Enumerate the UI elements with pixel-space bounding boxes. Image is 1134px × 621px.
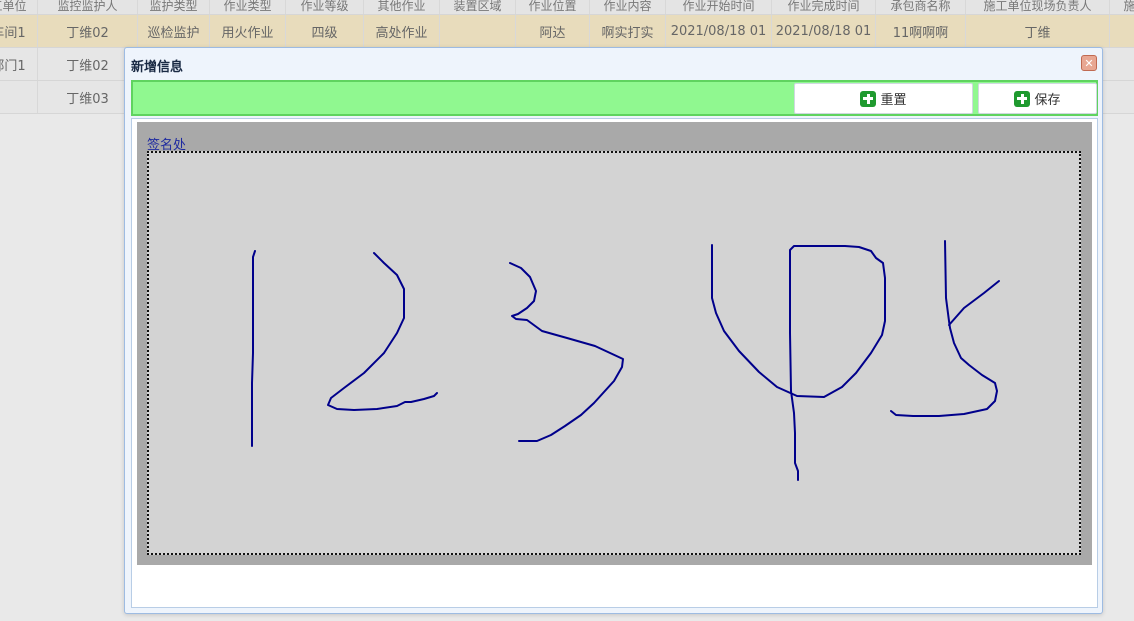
column-header[interactable]: 作业等级 — [286, 0, 364, 14]
signature-canvas[interactable] — [147, 151, 1081, 555]
table-cell: 阿达 — [516, 15, 590, 47]
plus-icon — [1014, 90, 1031, 107]
save-button-label: 保存 — [1034, 93, 1061, 108]
column-header[interactable]: 作业类型 — [210, 0, 286, 14]
column-header[interactable]: 施工单位现场负责人 — [966, 0, 1110, 14]
table-cell — [1110, 15, 1134, 47]
column-header[interactable]: 监护类型 — [138, 0, 210, 14]
table-cell — [0, 81, 38, 113]
handwriting-stroke — [890, 240, 998, 417]
table-header: 工单位 监控监护人 监护类型 作业类型 作业等级 其他作业 装置区域 作业位置 … — [0, 0, 1134, 15]
handwriting-stroke — [327, 252, 438, 411]
table-row[interactable]: 车间1 丁维02 巡检监护 用火作业 四级 高处作业 阿达 啊实打实 2021/… — [0, 15, 1134, 48]
table-cell: 丁维02 — [38, 15, 138, 47]
table-cell: 高处作业 — [364, 15, 440, 47]
save-button[interactable]: 保存 — [978, 83, 1097, 114]
dialog-content: 签名处 — [131, 118, 1098, 608]
table-cell: 11啊啊啊 — [876, 15, 966, 47]
table-cell: 丁维03 — [38, 81, 138, 113]
signature-area: 签名处 — [137, 122, 1092, 565]
table-cell: 四级 — [286, 15, 364, 47]
table-cell: 用火作业 — [210, 15, 286, 47]
table-cell: 2021/08/18 01 — [666, 15, 772, 47]
handwriting-stroke — [711, 244, 886, 481]
dialog-toolbar: 重置 保存 — [131, 80, 1098, 116]
table-cell: 2021/08/18 01 — [772, 15, 876, 47]
column-header[interactable]: 作业位置 — [516, 0, 590, 14]
close-button[interactable]: ✕ — [1081, 55, 1097, 71]
table-cell: 巡检监护 — [138, 15, 210, 47]
handwriting-stroke — [251, 250, 256, 447]
close-icon: ✕ — [1084, 56, 1094, 70]
column-header[interactable]: 作业内容 — [590, 0, 666, 14]
add-info-dialog: 新增信息 ✕ 重置 保存 签名处 — [124, 47, 1103, 614]
handwritten-signature — [251, 240, 1000, 481]
column-header[interactable]: 施 — [1110, 0, 1134, 14]
table-cell: 部门1 — [0, 48, 38, 80]
table-cell: 车间1 — [0, 15, 38, 47]
table-cell: 丁维 — [966, 15, 1110, 47]
column-header[interactable]: 工单位 — [0, 0, 38, 14]
column-header[interactable]: 其他作业 — [364, 0, 440, 14]
reset-button-label: 重置 — [880, 93, 907, 108]
handwriting-stroke — [509, 262, 624, 442]
reset-button[interactable]: 重置 — [794, 83, 973, 114]
column-header[interactable]: 装置区域 — [440, 0, 516, 14]
column-header[interactable]: 承包商名称 — [876, 0, 966, 14]
plus-icon — [860, 90, 877, 107]
column-header[interactable]: 作业完成时间 — [772, 0, 876, 14]
dialog-title: 新增信息 — [131, 60, 184, 75]
table-cell — [440, 15, 516, 47]
column-header[interactable]: 监控监护人 — [38, 0, 138, 14]
column-header[interactable]: 作业开始时间 — [666, 0, 772, 14]
table-cell: 丁维02 — [38, 48, 138, 80]
table-cell: 啊实打实 — [590, 15, 666, 47]
handwriting-stroke — [948, 280, 1000, 326]
